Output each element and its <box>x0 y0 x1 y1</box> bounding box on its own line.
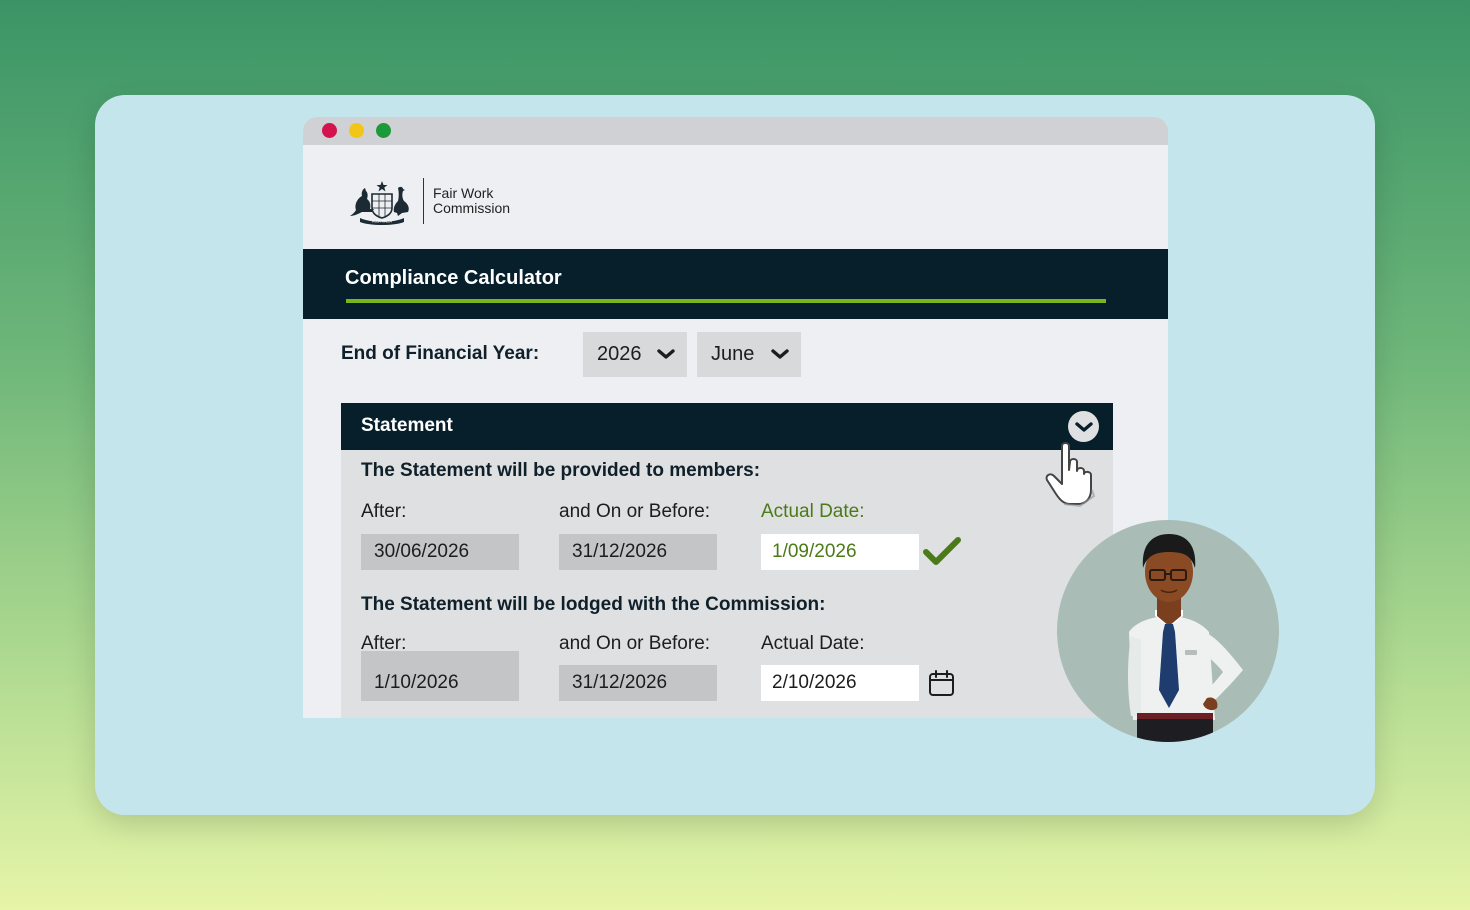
year-select[interactable]: 2026 <box>583 332 687 377</box>
title-underline <box>346 299 1106 303</box>
chevron-down-icon <box>1074 421 1093 432</box>
logo-text: Fair Work Commission <box>433 186 510 216</box>
members-actual-label: Actual Date: <box>761 501 865 522</box>
page-title: Compliance Calculator <box>345 267 562 289</box>
minimize-window-button[interactable] <box>349 123 364 138</box>
browser-window: AUSTRALIA Fair Work Commission Complianc… <box>303 117 1168 718</box>
commission-before-label: and On or Before: <box>559 633 711 654</box>
window-titlebar <box>303 117 1168 145</box>
month-select-value: June <box>711 343 755 365</box>
commission-actual-date-input[interactable]: 2/10/2026 <box>761 665 919 701</box>
svg-text:AUSTRALIA: AUSTRALIA <box>372 220 392 224</box>
members-actual-date-input[interactable]: 1/09/2026 <box>761 534 919 570</box>
maximize-window-button[interactable] <box>376 123 391 138</box>
statement-header[interactable]: Statement <box>341 403 1113 450</box>
members-before-label: and On or Before: <box>559 501 711 522</box>
statement-title: Statement <box>361 415 453 436</box>
eofy-label: End of Financial Year: <box>341 343 540 364</box>
presenter-illustration <box>1128 534 1243 742</box>
hand-pointer-icon <box>1045 442 1096 508</box>
checkmark-icon <box>923 537 961 565</box>
coat-of-arms-icon: AUSTRALIA <box>350 181 409 225</box>
members-after-label: After: <box>361 501 407 522</box>
logo-divider <box>423 178 424 224</box>
year-select-value: 2026 <box>597 343 642 365</box>
members-heading: The Statement will be provided to member… <box>361 460 761 481</box>
month-select[interactable]: June <box>697 332 801 377</box>
logo-text-line2: Commission <box>433 200 511 216</box>
commission-after-label: After: <box>361 633 407 654</box>
logo-text-line1: Fair Work <box>433 185 494 201</box>
calendar-icon[interactable] <box>928 669 955 697</box>
presenter-avatar <box>1057 520 1279 742</box>
chevron-down-icon <box>771 349 789 359</box>
chevron-down-icon <box>657 349 675 359</box>
app-header: Compliance Calculator <box>303 249 1168 319</box>
fair-work-logo[interactable]: AUSTRALIA Fair Work Commission <box>348 175 510 227</box>
commission-after-field: 1/10/2026 <box>361 665 519 701</box>
commission-actual-label: Actual Date: <box>761 633 865 654</box>
commission-heading: The Statement will be lodged with the Co… <box>361 594 826 615</box>
members-after-field: 30/06/2026 <box>361 534 519 570</box>
close-window-button[interactable] <box>322 123 337 138</box>
members-before-field: 31/12/2026 <box>559 534 717 570</box>
statement-expand-button[interactable] <box>1068 411 1099 442</box>
commission-before-field: 31/12/2026 <box>559 665 717 701</box>
